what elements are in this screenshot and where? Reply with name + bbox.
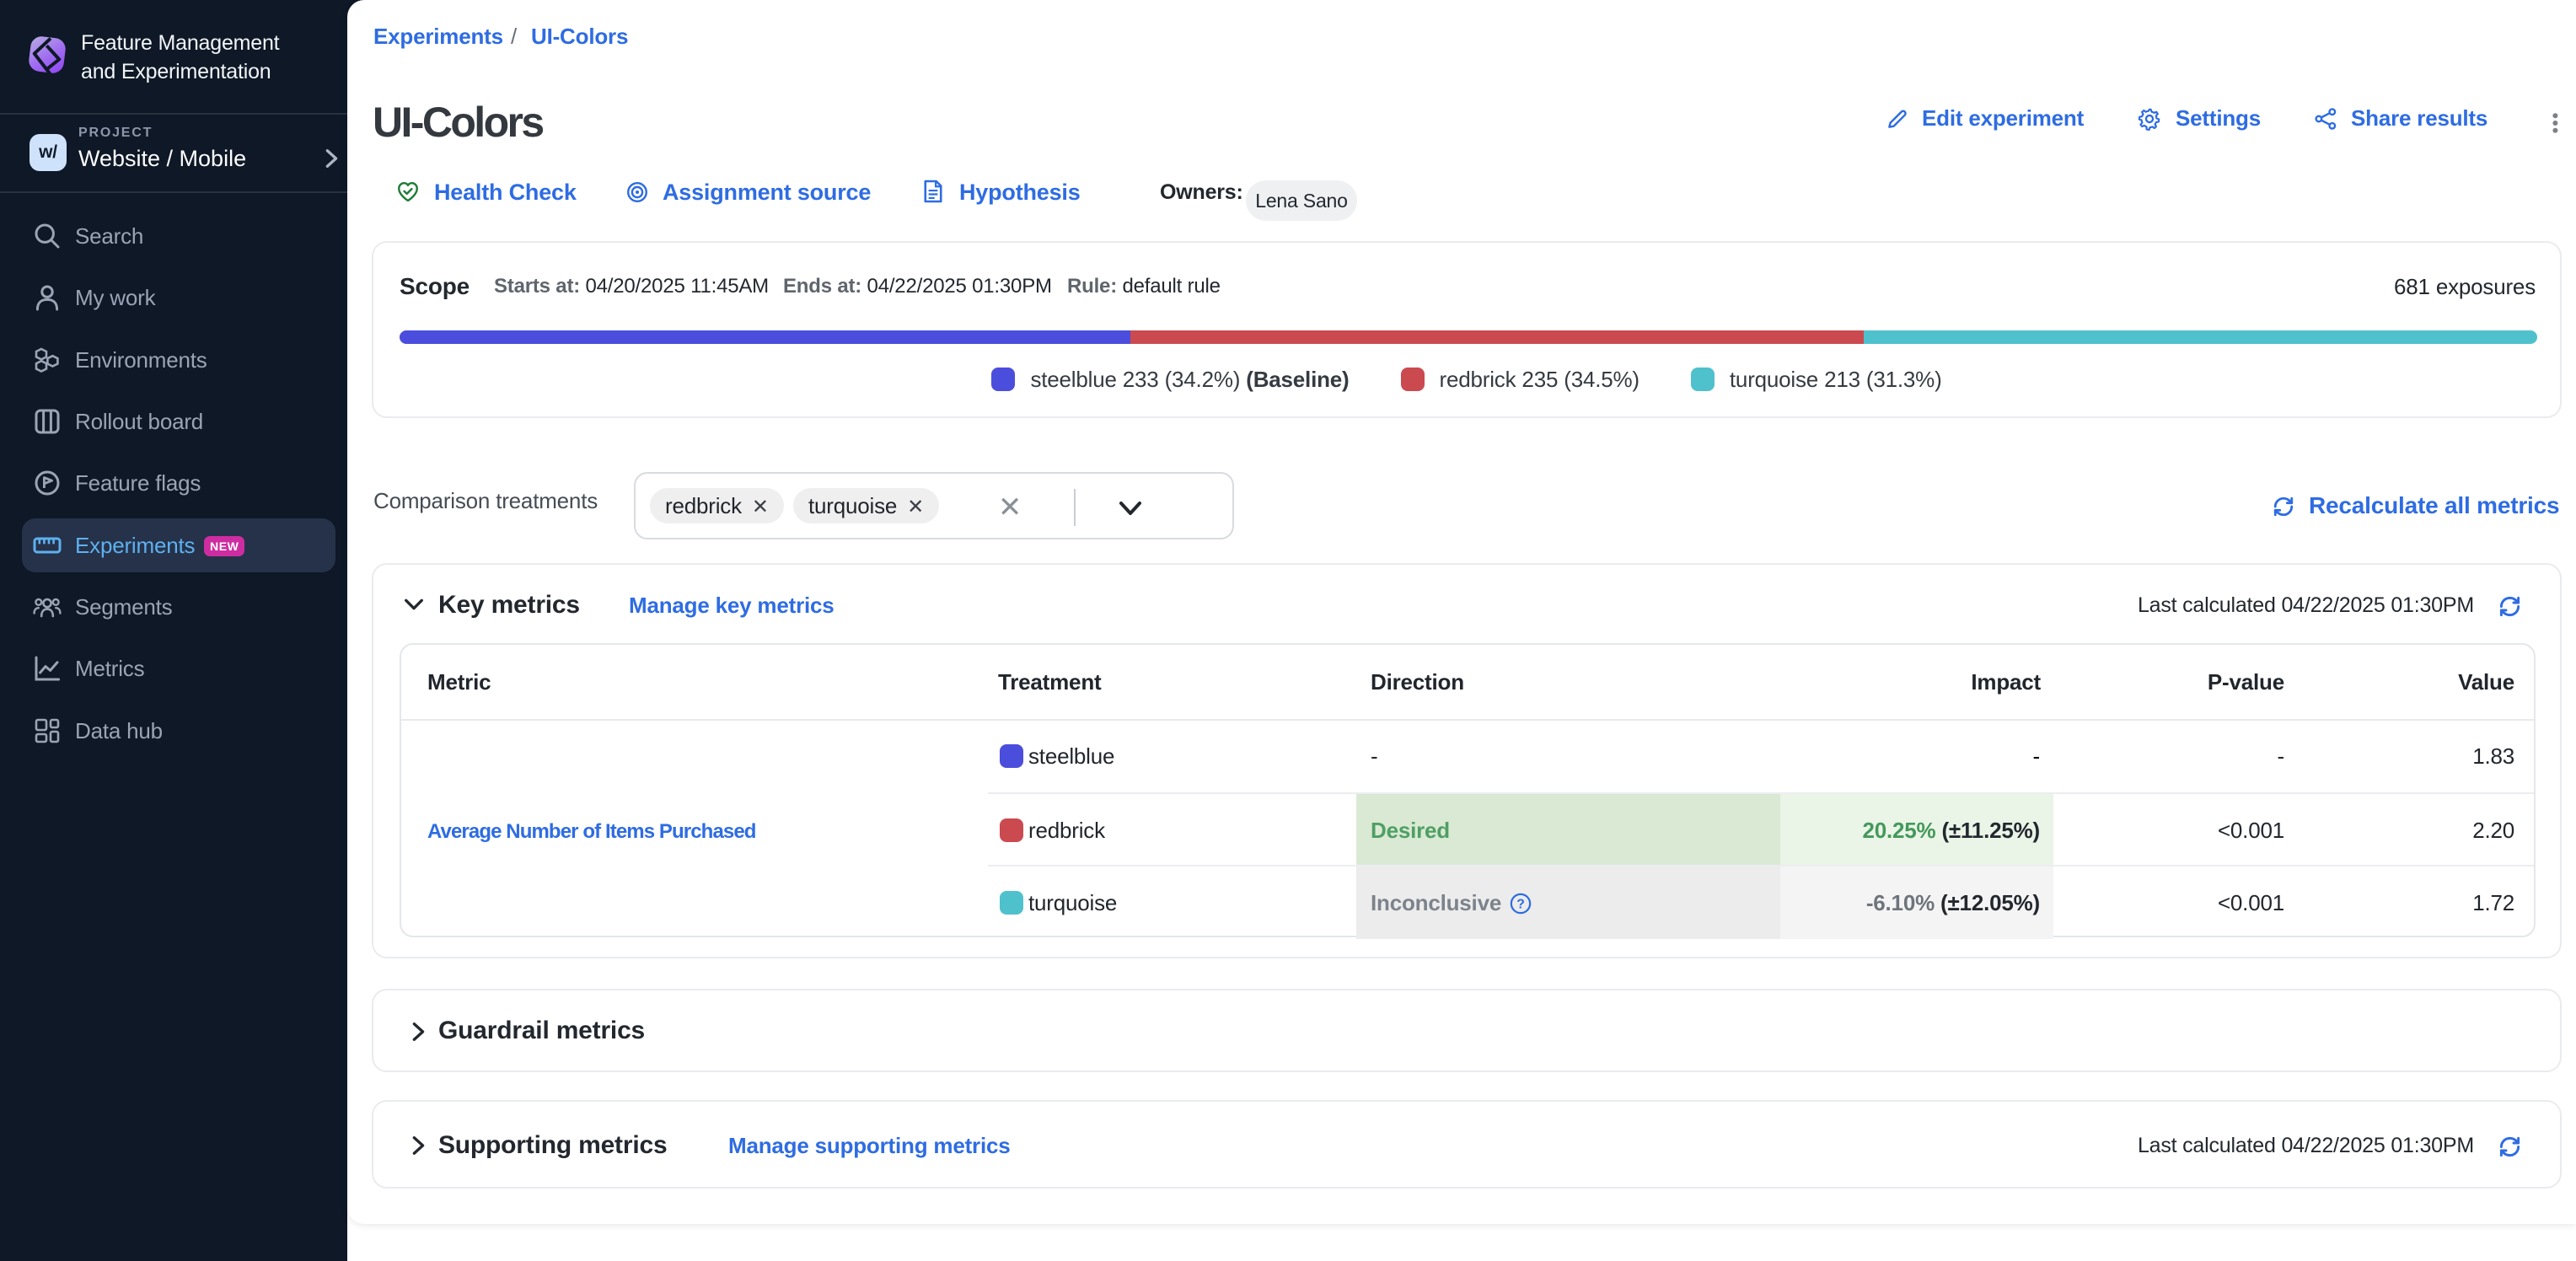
svg-text:?: ?: [1516, 898, 1524, 912]
